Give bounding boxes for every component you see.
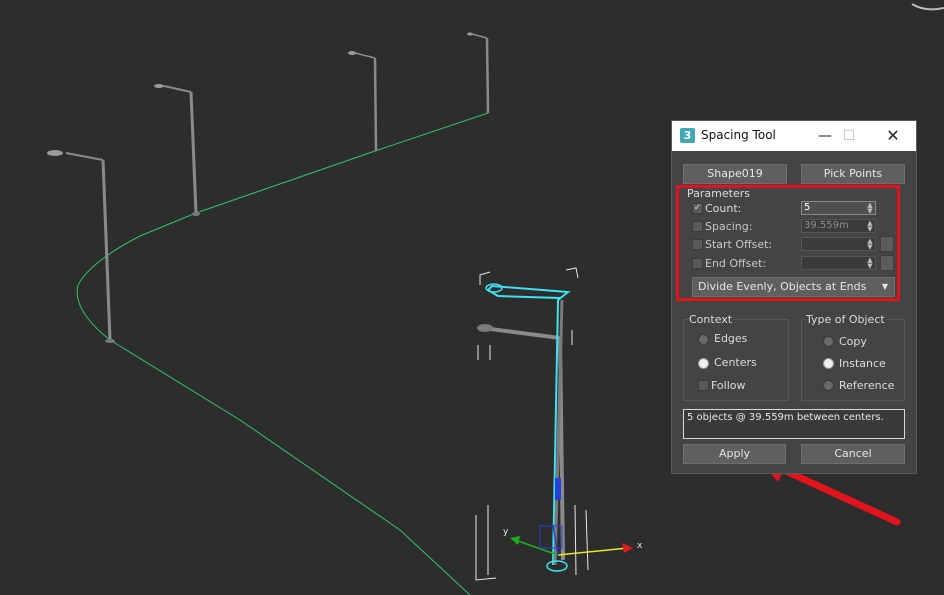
parameters-section-label: Parameters [687,187,750,200]
start-offset-checkbox[interactable] [692,239,703,250]
copy-radio[interactable] [823,336,834,347]
start-offset-spinner[interactable]: ▲ ▼ [801,237,876,251]
pick-path-button[interactable]: Shape019 [683,164,787,184]
spacing-checkbox[interactable] [692,221,703,232]
copy-label: Copy [839,335,867,348]
selected-street-lamp[interactable] [475,267,589,581]
street-lamp[interactable] [348,51,378,152]
transform-gizmo[interactable] [510,524,633,556]
type-of-object-section-label: Type of Object [805,313,886,326]
spacing-label: Spacing: [705,220,753,233]
instance-radio[interactable] [823,358,834,369]
lock-icon[interactable] [880,255,894,271]
spinner-arrows-icon[interactable]: ▲ ▼ [865,257,875,270]
viewport-corner-object [911,3,944,11]
reference-radio[interactable] [823,380,834,391]
spinner-arrows-icon[interactable]: ▲ ▼ [865,220,875,233]
gizmo-x-label: x [637,541,643,551]
lock-icon[interactable] [880,236,894,252]
spacing-tool-dialog: 3 Spacing Tool — ☐ ✕ Shape019 Pick Point… [671,120,917,474]
street-lamp[interactable] [467,32,490,114]
count-checkbox[interactable]: ✓ [692,203,703,214]
minimize-icon[interactable]: — [812,124,838,148]
chevron-down-icon: ▼ [881,282,888,291]
instance-label: Instance [839,357,886,370]
spline-path[interactable] [76,112,489,595]
status-text: 5 objects @ 39.559m between centers. [683,409,905,439]
count-label: Count: [705,202,742,215]
maximize-icon[interactable]: ☐ [836,124,862,148]
end-offset-checkbox[interactable] [692,258,703,269]
dialog-titlebar[interactable]: 3 Spacing Tool — ☐ ✕ [672,121,916,151]
spinner-arrows-icon[interactable]: ▲ ▼ [865,238,875,251]
edges-radio[interactable] [698,334,709,345]
follow-label: Follow [711,379,746,392]
pick-points-button[interactable]: Pick Points [801,164,905,184]
street-lamp[interactable] [47,150,115,343]
spinner-arrows-icon[interactable]: ▲ ▼ [865,202,875,215]
street-lamp[interactable] [154,84,200,216]
spacing-spinner[interactable]: 39.559m ▲ ▼ [801,219,876,233]
context-section-label: Context [688,313,734,326]
centers-radio[interactable] [698,358,709,369]
mode-dropdown-value: Divide Evenly, Objects at Ends [698,280,867,293]
reference-label: Reference [839,379,895,392]
mode-dropdown[interactable]: Divide Evenly, Objects at Ends ▼ [692,277,895,297]
count-value[interactable]: 5 [804,202,810,214]
dialog-title: Spacing Tool [701,128,776,142]
apply-button[interactable]: Apply [683,444,786,464]
end-offset-spinner[interactable]: ▲ ▼ [801,256,876,270]
app-icon: 3 [680,128,695,143]
start-offset-label: Start Offset: [705,238,773,251]
end-offset-label: End Offset: [705,257,767,270]
spacing-value[interactable]: 39.559m [804,220,849,232]
count-spinner[interactable]: 5 ▲ ▼ [801,201,876,215]
centers-label: Centers [714,356,757,369]
cancel-button[interactable]: Cancel [801,444,905,464]
close-icon[interactable]: ✕ [880,124,906,148]
gizmo-y-label: y [503,527,509,537]
follow-checkbox[interactable] [698,380,709,391]
edges-label: Edges [714,332,748,345]
